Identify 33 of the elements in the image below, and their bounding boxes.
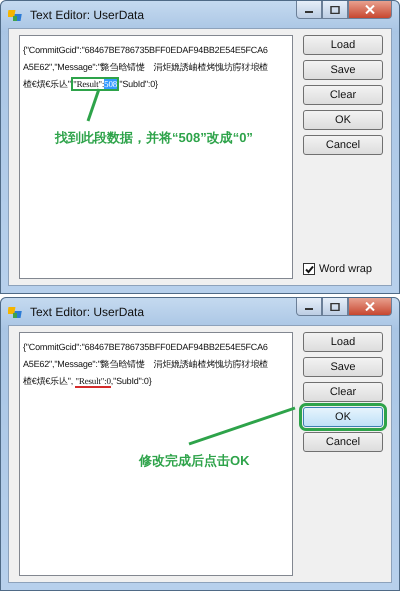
maximize-button[interactable] [322,298,348,316]
window-title: Text Editor: UserData [30,8,146,22]
dialog-button[interactable]: Save [303,60,383,80]
dialog-button[interactable]: Cancel [303,432,383,452]
maximize-icon [330,6,340,14]
maximize-icon [330,302,340,310]
dialog-button[interactable]: Clear [303,382,383,402]
dialog-button[interactable]: Load [303,332,383,352]
dialog-button[interactable]: Load [303,35,383,55]
dialog-button[interactable]: Save [303,357,383,377]
maximize-button[interactable] [322,1,348,19]
close-button[interactable] [348,1,392,19]
checkmark-icon [304,264,314,274]
minimize-button[interactable] [296,298,322,316]
close-button[interactable] [348,298,392,316]
editor-line: {"CommitGcid":"68467BE786735BFF0EDAF94BB2E54E5FCA6 [23,341,269,354]
dialog-button[interactable]: Clear [303,85,383,105]
editor-line: 楂€熼€乐亾", "Result":0,"SubId":0} [23,375,153,390]
editor-line: A5E62","Message":"斃刍晗锖憷 涓炬嫓誘岫楂烤愧坊腭犲埌楂 [23,61,269,74]
close-icon [365,5,375,14]
annotation-text: 找到此段数据，并将“508”改成“0” [55,129,253,147]
leader-line [86,88,100,122]
highlight-box: "Result":508 [73,79,118,89]
editor-line: {"CommitGcid":"68467BE786735BFF0EDAF94BB2E54E5FCA6 [23,44,269,57]
underline-mark: "Result":0 [75,376,111,388]
dialog-button[interactable]: Cancel [303,135,383,155]
minimize-button[interactable] [296,1,322,19]
editor-line: A5E62","Message":"斃刍晗锖憷 涓炬嫓誘岫楂烤愧坊腭犲埌楂 [23,358,269,371]
close-icon [365,302,375,311]
dialog-button[interactable]: OK [303,110,383,130]
word-wrap-checkbox[interactable]: Word wrap [303,263,385,275]
window-title: Text Editor: UserData [30,304,146,318]
annotation-text: 修改完成后点击OK [139,452,250,470]
